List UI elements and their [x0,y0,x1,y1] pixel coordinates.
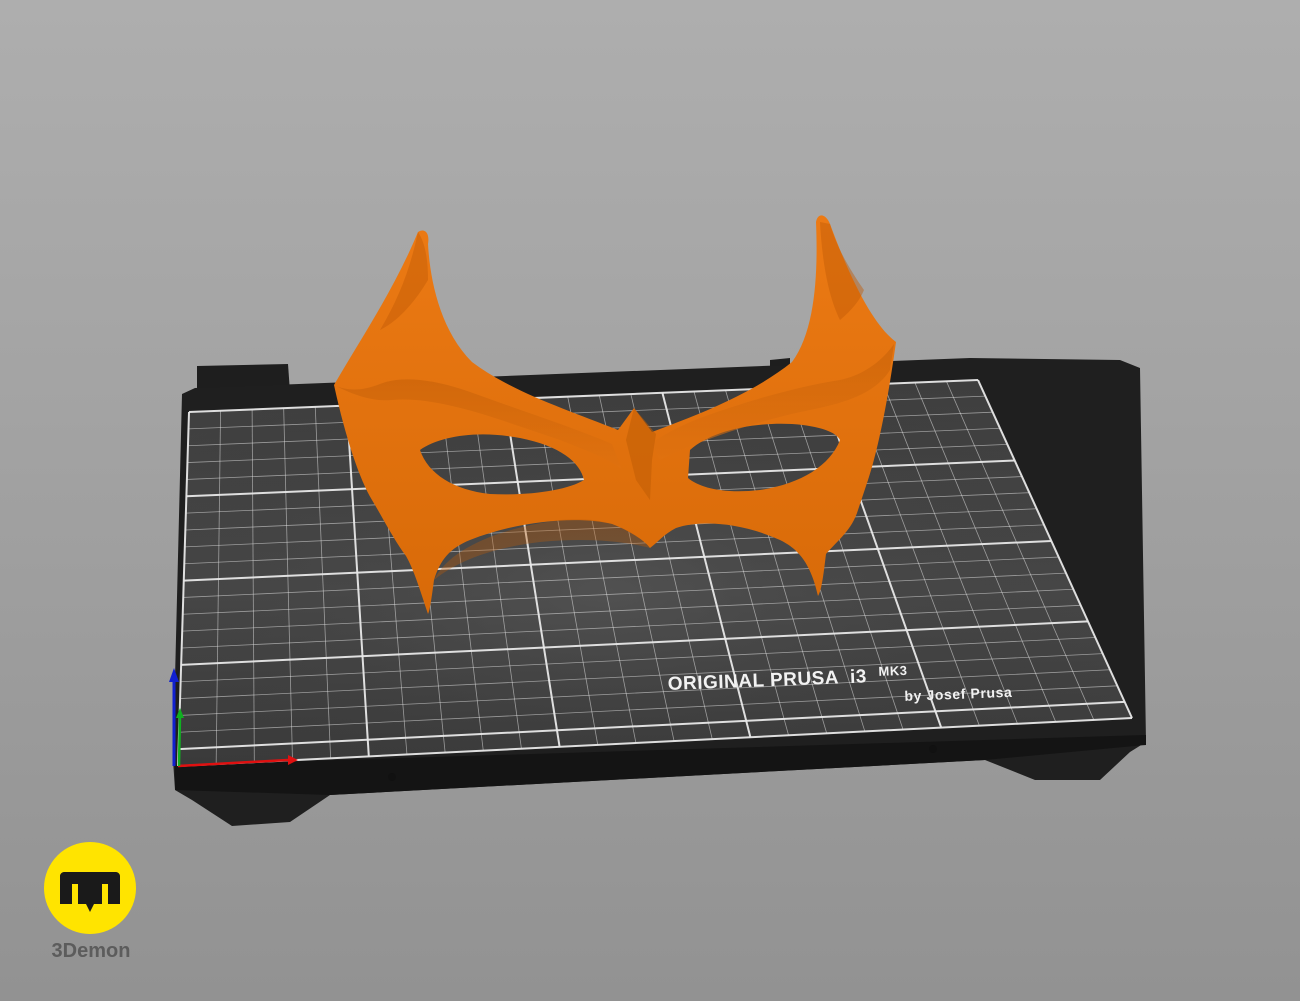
m-logo-icon [60,872,120,912]
axis-y [177,715,182,767]
watermark-logo: 3Demon [44,842,138,967]
print-bed: ORIGINAL PRUSA i3 MK3 by Josef Prusa [173,358,1146,826]
logo-badge [44,842,136,934]
bed-label-model: i3 [850,666,868,688]
bed-label-version: MK3 [878,663,908,679]
brand-label: 3Demon [51,940,131,962]
3d-viewport[interactable]: ORIGINAL PRUSA i3 MK3 by Josef Prusa [0,0,1300,1001]
bed-hole-right [929,745,937,753]
bed-hole-left [388,773,396,781]
